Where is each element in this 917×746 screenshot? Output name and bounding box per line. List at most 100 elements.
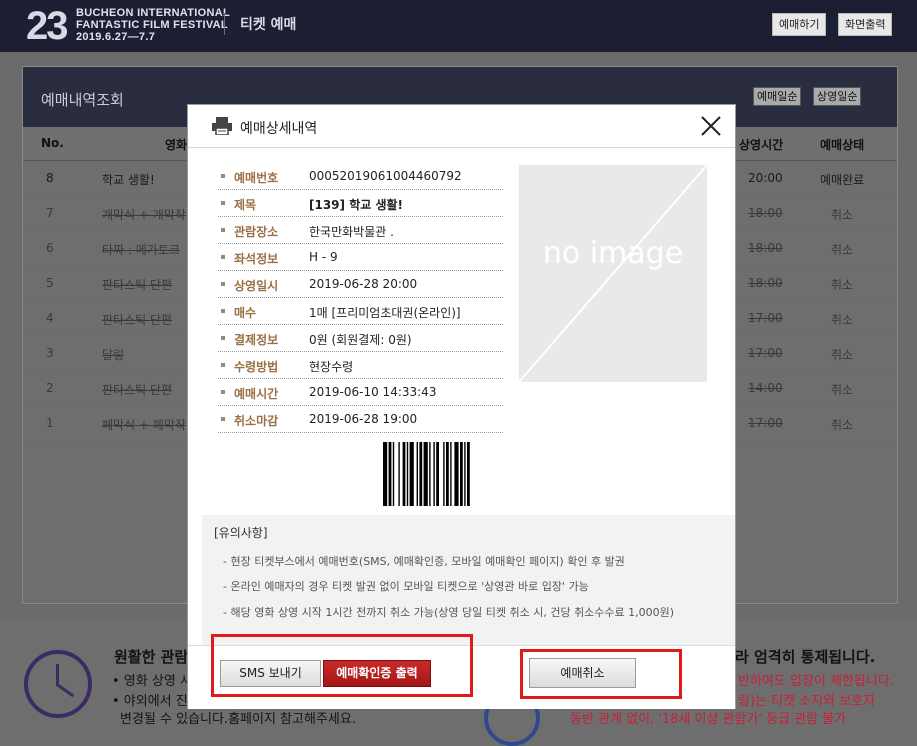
highlight-box-left [211,634,473,697]
barcode-bar [423,442,428,506]
row-status: 예매완료 [820,173,865,187]
row-no: 7 [46,206,54,220]
detail-row: 예매시간 2019-06-10 14:33:43 [218,379,503,406]
detail-label: 취소마감 [234,414,279,428]
festival-logo-number: 23 [26,4,68,48]
note-item: - 현장 티켓부스에서 예매번호(SMS, 예매확인증, 모바일 예매확인 페이… [223,555,625,568]
page-title: 예매내역조회 [41,91,124,109]
barcode-bar [436,442,439,506]
row-status: 취소 [831,383,854,397]
row-time: 18:00 [748,276,783,290]
detail-label: 결제정보 [234,333,279,347]
bullet-icon [221,309,225,313]
detail-label: 좌석정보 [234,252,279,266]
detail-value: 2019-06-10 14:33:43 [309,385,437,399]
detail-row: 관람장소 한국만화박물관 . [218,217,503,244]
row-status: 취소 [831,243,854,257]
barcode-bar [409,442,414,506]
detail-label: 매수 [234,306,257,320]
detail-label: 수령방법 [234,360,279,374]
detail-value: [139] 학교 생활! [309,198,404,212]
barcode-bar [388,442,392,506]
row-time: 18:00 [748,206,783,220]
detail-label: 예매시간 [234,387,279,401]
barcode-bar [454,442,459,506]
barcode-bar [406,442,409,506]
row-movie: 달링 [102,348,125,362]
row-movie: 판타스틱 단편 [102,278,173,292]
barcode-bar [416,442,418,506]
bullet-icon [221,174,225,178]
barcode-bar [383,442,388,506]
detail-value: 00052019061004460792 [309,169,462,183]
row-time: 17:00 [748,346,783,360]
detail-row: 좌석정보 H - 9 [218,244,503,271]
detail-value: H - 9 [309,250,338,264]
col-movie: 영화 [165,138,188,152]
barcode-bar [402,442,406,506]
barcode-bar [446,442,449,506]
bullet-icon [221,201,225,205]
row-no: 5 [46,276,54,290]
notice-left-title: 원활한 관람 [114,648,189,666]
bullet-icon [221,336,225,340]
barcode-bar [460,442,463,506]
col-status: 예매상태 [820,138,865,152]
sort-by-booking-button[interactable]: 예매일순 [753,87,802,106]
poster-placeholder: no image [519,165,707,382]
row-no: 4 [46,311,54,325]
detail-label: 제목 [234,198,257,212]
detail-value: 1매 [프리미엄초대권(온라인)] [309,306,461,320]
detail-value: 현장수령 [309,360,354,374]
detail-value: 한국만화박물관 . [309,225,394,239]
booking-detail-modal: 예매상세내역 예매번호 00052019061004460792 제목 [139] 학… [187,104,736,709]
notice-right-line: 반하여도 입장이 제한됩니다. [738,674,894,689]
row-time: 17:00 [748,416,783,430]
detail-value: 0원 (회원결제: 0원) [309,333,412,347]
sort-by-screening-button[interactable]: 상영일순 [813,87,862,106]
barcode-bar [467,442,470,506]
reserve-button[interactable]: 예매하기 [772,13,827,36]
print-screen-button[interactable]: 화면출력 [838,13,893,36]
detail-row: 예매번호 00052019061004460792 [218,163,503,190]
row-no: 6 [46,241,54,255]
barcode-bar [429,442,431,506]
no-image-text: no image [542,236,684,271]
note-item: - 해당 영화 상영 시작 1시간 전까지 취소 가능(상영 당일 티켓 취소 … [223,606,675,619]
row-time: 17:00 [748,311,783,325]
bullet-icon [221,363,225,367]
detail-value: 2019-06-28 19:00 [309,412,418,426]
bullet-icon [221,255,225,259]
detail-row: 상영일시 2019-06-28 20:00 [218,271,503,298]
detail-row: 매수 1매 [프리미엄초대권(온라인)] [218,298,503,325]
detail-row: 결제정보 0원 (회원결제: 0원) [218,325,503,352]
barcode-bar [450,442,452,506]
row-no: 3 [46,346,54,360]
bullet-icon [221,390,225,394]
detail-label: 예매번호 [234,171,279,185]
notes-title: [유의사항] [214,526,268,540]
notice-right-line: 동반 관계 없이, '18세 이상 관람가' 등급 관람 불가 [570,712,847,727]
row-time: 18:00 [748,241,783,255]
barcode-bar [398,442,400,506]
detail-value: 2019-06-28 20:00 [309,277,418,291]
bullet-icon [221,417,225,421]
barcode-bar [464,442,466,506]
barcode-bar [419,442,423,506]
barcode [383,442,470,506]
close-icon[interactable] [699,114,723,138]
detail-row: 제목 [139] 학교 생활! [218,190,503,217]
detail-row: 수령방법 현장수령 [218,352,503,379]
col-time: 상영시간 [739,138,784,152]
col-no: No. [41,136,64,150]
site-header: 23 BUCHEON INTERNATIONAL FANTASTIC FILM … [0,0,917,52]
row-movie: 개막식 + 개막작 [102,208,186,222]
notice-right-line: 람)는 티켓 소지와 보호자 [738,694,876,709]
row-status: 취소 [831,208,854,222]
row-no: 8 [46,171,54,185]
row-status: 취소 [831,278,854,292]
placeholder-diagonal [519,165,707,382]
row-status: 취소 [831,313,854,327]
detail-row: 취소마감 2019-06-28 19:00 [218,406,503,433]
row-no: 1 [46,416,54,430]
